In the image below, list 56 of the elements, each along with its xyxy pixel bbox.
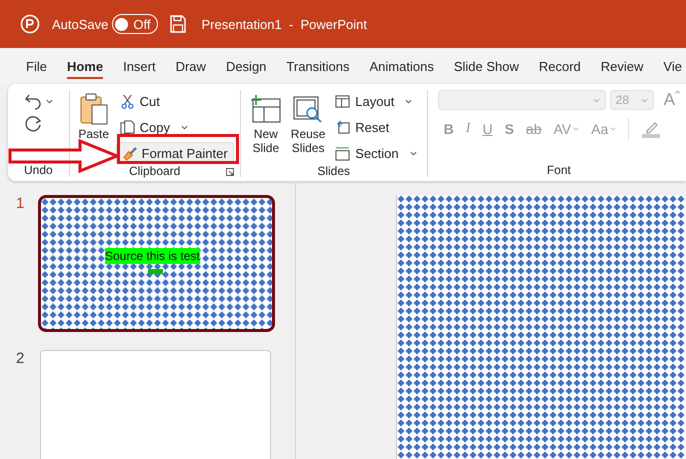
group-label: Undo [24, 163, 53, 177]
paintbrush-icon [122, 146, 137, 160]
section-icon [335, 146, 350, 160]
chevron-down-icon [640, 98, 648, 102]
small-text-box [148, 269, 163, 274]
layout-button[interactable]: Layout [331, 90, 421, 112]
font-name-field[interactable] [438, 90, 606, 110]
app-logo-icon [20, 14, 40, 34]
ribbon-tab[interactable]: Draw [168, 52, 214, 80]
section-button[interactable]: Section [331, 142, 421, 164]
new-slide-icon [250, 94, 282, 124]
chevron-down-icon [573, 127, 580, 131]
slide-number: 1 [15, 195, 26, 214]
scissors-icon [120, 94, 135, 108]
window-title: Presentation1 - PowerPoint [201, 16, 367, 32]
chevron-down-icon [405, 98, 412, 104]
ribbon-tab[interactable]: Animations [362, 52, 442, 80]
slide-number: 2 [15, 350, 26, 369]
chevron-down-icon [610, 127, 616, 131]
group-label: Font [546, 163, 572, 177]
cut-button[interactable]: Cut [116, 90, 234, 112]
undo-icon[interactable] [24, 92, 42, 110]
layout-icon [335, 94, 350, 108]
ribbon-tab[interactable]: Slide Show [446, 52, 527, 80]
save-icon[interactable] [170, 15, 186, 33]
copy-button[interactable]: Copy [116, 116, 234, 138]
ribbon-tab[interactable]: Insert [115, 52, 164, 80]
dialog-launcher-icon[interactable] [226, 168, 234, 176]
slide-thumbnail[interactable] [40, 350, 271, 459]
autosave-toggle[interactable]: Off [112, 14, 158, 34]
ribbon-tab[interactable]: Vie [655, 52, 686, 80]
ribbon-tab[interactable]: Transitions [278, 52, 358, 80]
slide-text: Source this is test [105, 248, 200, 264]
ribbon-tab[interactable]: Review [592, 52, 652, 80]
paste-button[interactable]: Paste [76, 90, 112, 164]
group-label: Clipboard [128, 164, 180, 178]
chevron-down-icon [410, 150, 417, 156]
group-label: Slides [316, 164, 351, 178]
ribbon-tab[interactable]: Record [530, 52, 589, 80]
redo-icon[interactable] [24, 116, 42, 134]
reset-button[interactable]: Reset [331, 116, 421, 138]
clipboard-icon [78, 92, 109, 126]
ribbon-tab[interactable]: File [18, 52, 55, 80]
chevron-down-icon[interactable] [46, 98, 53, 104]
reset-icon [335, 120, 350, 134]
copy-icon [120, 120, 135, 134]
slide-thumbnail[interactable]: Source this is test [38, 195, 275, 332]
reuse-slides-icon [292, 94, 324, 124]
chevron-down-icon [592, 98, 600, 102]
caret-up-icon [675, 90, 680, 94]
autosave-label: AutoSave [52, 16, 108, 32]
reuse-slides-button[interactable]: Reuse Slides [288, 90, 328, 164]
chevron-down-icon [181, 124, 188, 130]
ribbon-tab[interactable]: Home [58, 52, 112, 80]
ribbon-tab[interactable]: Design [218, 52, 274, 80]
new-slide-button[interactable]: New Slide [246, 90, 285, 164]
